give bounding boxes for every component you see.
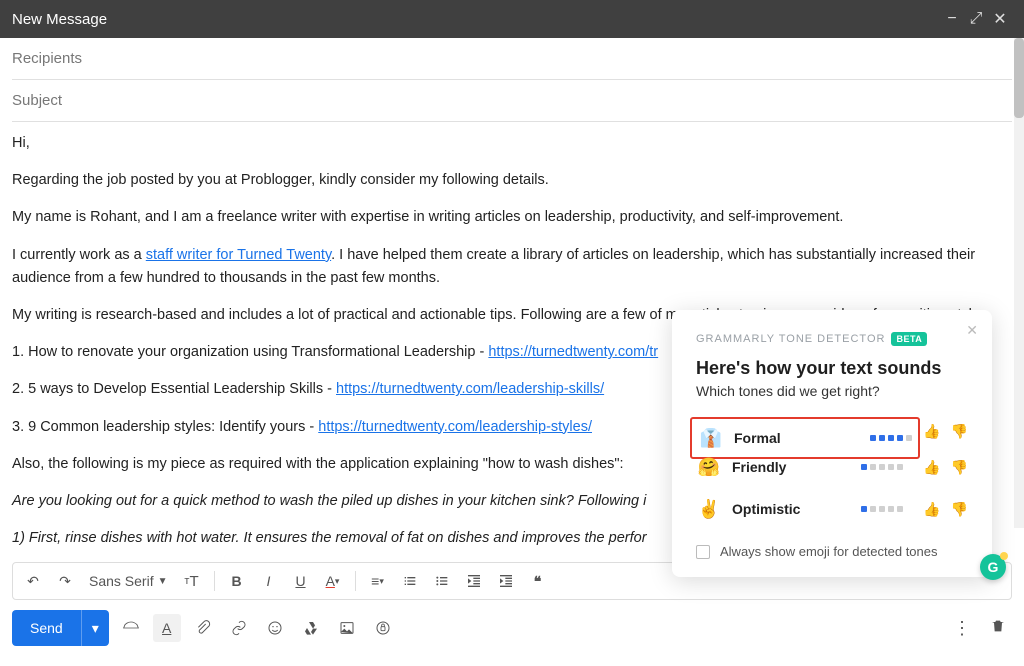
- body-text: I currently work as a staff writer for T…: [12, 244, 1012, 290]
- discard-button[interactable]: [984, 618, 1012, 639]
- tone-score: [861, 464, 903, 470]
- emoji-icon[interactable]: [261, 614, 289, 642]
- tone-subtitle: Which tones did we get right?: [696, 383, 968, 399]
- bullet-list-button[interactable]: [428, 567, 456, 595]
- tone-label: Formal: [734, 430, 860, 446]
- compose-titlebar: New Message − ⤢ ✕: [0, 0, 1024, 38]
- confidential-icon[interactable]: [369, 614, 397, 642]
- reading-pane-icon[interactable]: [117, 614, 145, 642]
- always-emoji-checkbox[interactable]: [696, 545, 710, 559]
- beta-badge: BETA: [891, 332, 927, 346]
- image-icon[interactable]: [333, 614, 361, 642]
- fullscreen-icon[interactable]: ⤢: [964, 10, 988, 28]
- tone-label: Optimistic: [732, 501, 851, 517]
- undo-button[interactable]: ↶: [19, 567, 47, 595]
- send-row: Send ▾ A ⋮: [0, 600, 1024, 656]
- format-toggle-button[interactable]: A: [153, 614, 181, 642]
- align-button[interactable]: ≡▾: [364, 567, 392, 595]
- bold-button[interactable]: B: [223, 567, 251, 595]
- tone-feedback: 👍👎: [923, 459, 968, 476]
- tone-score: [870, 435, 912, 441]
- more-options-button[interactable]: ⋮: [948, 618, 976, 639]
- body-text: My name is Rohant, and I am a freelance …: [12, 206, 1012, 229]
- send-options-button[interactable]: ▾: [81, 610, 109, 646]
- tone-title: Here's how your text sounds: [696, 358, 968, 379]
- italic-button[interactable]: I: [255, 567, 283, 595]
- grammarly-tone-panel: ✕ GRAMMARLY TONE DETECTOR BETA Here's ho…: [672, 310, 992, 577]
- tone-footer: Always show emoji for detected tones: [696, 544, 968, 559]
- body-text: Hi,: [12, 132, 1012, 155]
- staff-writer-link[interactable]: staff writer for Turned Twenty: [146, 247, 331, 263]
- body-text: Regarding the job posted by you at Probl…: [12, 169, 1012, 192]
- tone-score: [861, 506, 903, 512]
- close-icon[interactable]: ✕: [988, 9, 1012, 29]
- thumb-down-icon[interactable]: 👎: [951, 459, 968, 476]
- tone-close-icon[interactable]: ✕: [966, 322, 978, 339]
- tone-brand: GRAMMARLY TONE DETECTOR BETA: [696, 332, 968, 346]
- optimistic-icon: ✌️: [696, 499, 722, 520]
- minimize-icon[interactable]: −: [940, 10, 964, 28]
- indent-more-button[interactable]: [492, 567, 520, 595]
- thumb-down-icon[interactable]: 👎: [951, 501, 968, 518]
- redo-button[interactable]: ↷: [51, 567, 79, 595]
- send-button-group: Send ▾: [12, 610, 109, 646]
- link-1[interactable]: https://turnedtwenty.com/tr: [488, 344, 658, 360]
- quote-button[interactable]: ❝: [524, 567, 552, 595]
- tone-feedback: 👍👎: [923, 501, 968, 518]
- scrollbar-thumb[interactable]: [1014, 38, 1024, 118]
- drive-icon[interactable]: [297, 614, 325, 642]
- font-size-button[interactable]: тT: [178, 567, 206, 595]
- numbered-list-button[interactable]: [396, 567, 424, 595]
- indent-less-button[interactable]: [460, 567, 488, 595]
- link-icon[interactable]: [225, 614, 253, 642]
- subject-field[interactable]: Subject: [12, 80, 1012, 122]
- thumb-up-icon[interactable]: 👍: [923, 501, 940, 518]
- underline-button[interactable]: U: [287, 567, 315, 595]
- thumb-up-icon[interactable]: 👍: [923, 459, 940, 476]
- tone-label: Friendly: [732, 459, 851, 475]
- tone-row-optimistic: ✌️ Optimistic 👍👎: [696, 488, 968, 530]
- text-color-button[interactable]: A▾: [319, 567, 347, 595]
- font-select[interactable]: Sans Serif▼: [83, 573, 174, 589]
- recipients-field[interactable]: Recipients: [12, 38, 1012, 80]
- thumb-down-icon[interactable]: 👎: [951, 423, 968, 440]
- link-2[interactable]: https://turnedtwenty.com/leadership-skil…: [336, 381, 604, 397]
- thumb-up-icon[interactable]: 👍: [923, 423, 940, 440]
- link-3[interactable]: https://turnedtwenty.com/leadership-styl…: [318, 419, 592, 435]
- send-button[interactable]: Send: [12, 610, 81, 646]
- tone-feedback: 👍👎: [923, 423, 968, 440]
- formal-icon: 👔: [698, 428, 724, 449]
- tone-row-friendly: 🤗 Friendly 👍👎: [696, 446, 968, 488]
- friendly-icon: 🤗: [696, 457, 722, 478]
- grammarly-badge-icon[interactable]: G: [980, 554, 1006, 580]
- attach-icon[interactable]: [189, 614, 217, 642]
- window-title: New Message: [12, 11, 940, 28]
